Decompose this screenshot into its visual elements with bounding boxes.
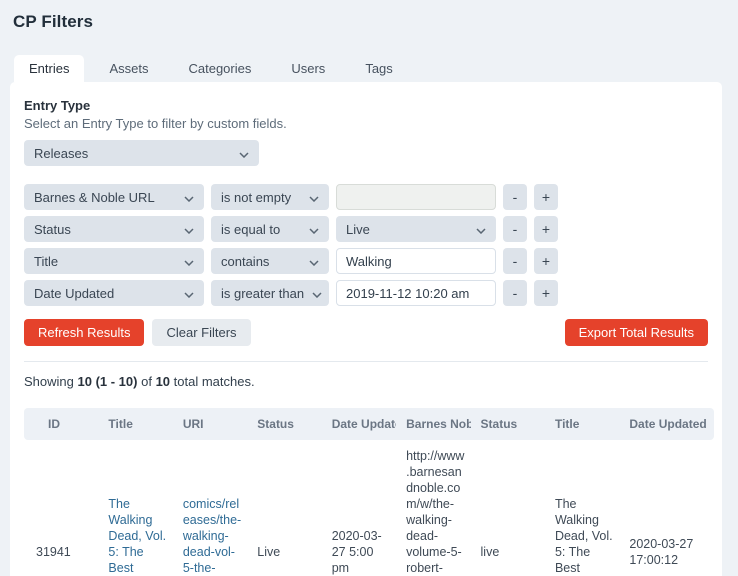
cell-bn-status: live bbox=[470, 440, 545, 576]
filter-row: Title contains - + bbox=[24, 248, 708, 274]
filter-row: Barnes & Noble URL is not empty - + bbox=[24, 184, 708, 210]
add-filter-button[interactable]: + bbox=[534, 248, 558, 274]
results-table: ID Title URI Status Date Updated Barnes … bbox=[24, 408, 714, 576]
cell-bn-date-updated: 2020-03-27 17:00:12 bbox=[619, 440, 714, 576]
filter-row: Date Updated is greater than - + bbox=[24, 280, 708, 306]
summary-total: 10 bbox=[155, 374, 171, 389]
add-filter-button[interactable]: + bbox=[534, 216, 558, 242]
tab-tags[interactable]: Tags bbox=[350, 55, 407, 82]
cell-status: Live bbox=[247, 440, 322, 576]
remove-filter-button[interactable]: - bbox=[503, 280, 527, 306]
filter-operator-value: is greater than bbox=[221, 285, 305, 301]
chevron-down-icon bbox=[304, 286, 322, 301]
filter-field-value: Barnes & Noble URL bbox=[34, 189, 155, 205]
filter-value-input[interactable] bbox=[336, 248, 496, 274]
add-filter-button[interactable]: + bbox=[534, 280, 558, 306]
filter-field-select[interactable]: Date Updated bbox=[24, 280, 204, 306]
chevron-down-icon bbox=[301, 254, 319, 269]
filter-value: Live bbox=[346, 221, 370, 237]
chevron-down-icon bbox=[176, 222, 194, 237]
cell-barnes-noble-url: http://www.barnesandnoble.com/w/the-walk… bbox=[396, 440, 471, 576]
chevron-down-icon bbox=[301, 222, 319, 237]
chevron-down-icon bbox=[176, 286, 194, 301]
table-row: 31941 The Walking Dead, Vol. 5: The Best… bbox=[24, 440, 714, 576]
column-header-bn-date-updated: Date Updated bbox=[619, 408, 714, 440]
filter-field-value: Date Updated bbox=[34, 285, 115, 301]
entry-type-label: Entry Type bbox=[24, 98, 91, 113]
tab-assets[interactable]: Assets bbox=[94, 55, 163, 82]
filter-operator-value: contains bbox=[221, 253, 270, 269]
filter-operator-select[interactable]: contains bbox=[211, 248, 329, 274]
column-header-status: Status bbox=[247, 408, 322, 440]
cell-uri: comics/releases/the-walking-dead-vol-5-t… bbox=[172, 440, 248, 576]
tab-bar: Entries Assets Categories Users Tags bbox=[14, 55, 738, 82]
remove-filter-button[interactable]: - bbox=[503, 184, 527, 210]
chevron-down-icon bbox=[468, 222, 486, 237]
filter-field-value: Title bbox=[34, 253, 59, 269]
entry-type-selected-value: Releases bbox=[34, 145, 89, 161]
page-title: CP Filters bbox=[13, 12, 94, 31]
tab-users[interactable]: Users bbox=[276, 55, 340, 82]
filter-operator-select[interactable]: is greater than bbox=[211, 280, 329, 306]
column-header-id: ID bbox=[24, 408, 99, 440]
column-header-uri: URI bbox=[172, 408, 248, 440]
chevron-down-icon bbox=[176, 254, 194, 269]
results-summary: Showing 10 (1 - 10) of 10 total matches. bbox=[24, 374, 708, 389]
entry-title-link[interactable]: The Walking Dead, Vol. 5: The Best Defen… bbox=[108, 497, 166, 576]
cell-bn-title: The Walking Dead, Vol. 5: The Best Defen… bbox=[544, 440, 620, 576]
add-filter-button[interactable]: + bbox=[534, 184, 558, 210]
filter-value-select[interactable]: Live bbox=[336, 216, 496, 242]
filter-operator-value: is equal to bbox=[221, 221, 281, 237]
chevron-down-icon bbox=[231, 146, 249, 161]
entry-type-instructions: Select an Entry Type to filter by custom… bbox=[24, 116, 287, 131]
filter-row: Status is equal to Live - + bbox=[24, 216, 708, 242]
summary-suffix: total matches. bbox=[173, 374, 255, 389]
filter-field-select[interactable]: Status bbox=[24, 216, 204, 242]
refresh-results-button[interactable]: Refresh Results bbox=[24, 319, 145, 346]
clear-filters-button[interactable]: Clear Filters bbox=[152, 319, 251, 346]
actions-row: Refresh Results Clear Filters Export Tot… bbox=[24, 319, 708, 346]
remove-filter-button[interactable]: - bbox=[503, 216, 527, 242]
remove-filter-button[interactable]: - bbox=[503, 248, 527, 274]
filter-field-select[interactable]: Barnes & Noble URL bbox=[24, 184, 204, 210]
tab-categories[interactable]: Categories bbox=[173, 55, 266, 82]
filter-value-input[interactable] bbox=[336, 280, 496, 306]
cell-title: The Walking Dead, Vol. 5: The Best Defen… bbox=[98, 440, 173, 576]
filter-rows: Barnes & Noble URL is not empty - + Stat… bbox=[24, 184, 708, 306]
filter-operator-value: is not empty bbox=[221, 189, 292, 205]
content-panel: Entry Type Select an Entry Type to filte… bbox=[10, 82, 722, 576]
column-header-title: Title bbox=[98, 408, 173, 440]
filter-field-select[interactable]: Title bbox=[24, 248, 204, 274]
summary-prefix: Showing bbox=[24, 374, 74, 389]
cell-date-updated: 2020-03-27 5:00 pm bbox=[321, 440, 397, 576]
column-header-barnes-noble-url: Barnes Noble URL bbox=[396, 408, 471, 440]
cp-filters-page: CP Filters Entries Assets Categories Use… bbox=[0, 0, 738, 576]
chevron-down-icon bbox=[301, 190, 319, 205]
column-header-bn-status: Status bbox=[470, 408, 545, 440]
entry-uri-link[interactable]: comics/releases/the-walking-dead-vol-5-t… bbox=[183, 497, 242, 576]
cell-id: 31941 bbox=[24, 440, 99, 576]
summary-of: of bbox=[141, 374, 152, 389]
chevron-down-icon bbox=[176, 190, 194, 205]
table-header-row: ID Title URI Status Date Updated Barnes … bbox=[24, 408, 714, 440]
tab-entries[interactable]: Entries bbox=[14, 55, 85, 82]
filter-value-input bbox=[336, 184, 496, 210]
divider bbox=[24, 361, 708, 362]
summary-count: 10 (1 - 10) bbox=[77, 374, 138, 389]
column-header-date-updated: Date Updated bbox=[321, 408, 397, 440]
filter-field-value: Status bbox=[34, 221, 71, 237]
filter-operator-select[interactable]: is not empty bbox=[211, 184, 329, 210]
entry-type-select[interactable]: Releases bbox=[24, 140, 259, 166]
column-header-bn-title: Title bbox=[544, 408, 620, 440]
filter-operator-select[interactable]: is equal to bbox=[211, 216, 329, 242]
export-total-results-button[interactable]: Export Total Results bbox=[564, 319, 708, 346]
